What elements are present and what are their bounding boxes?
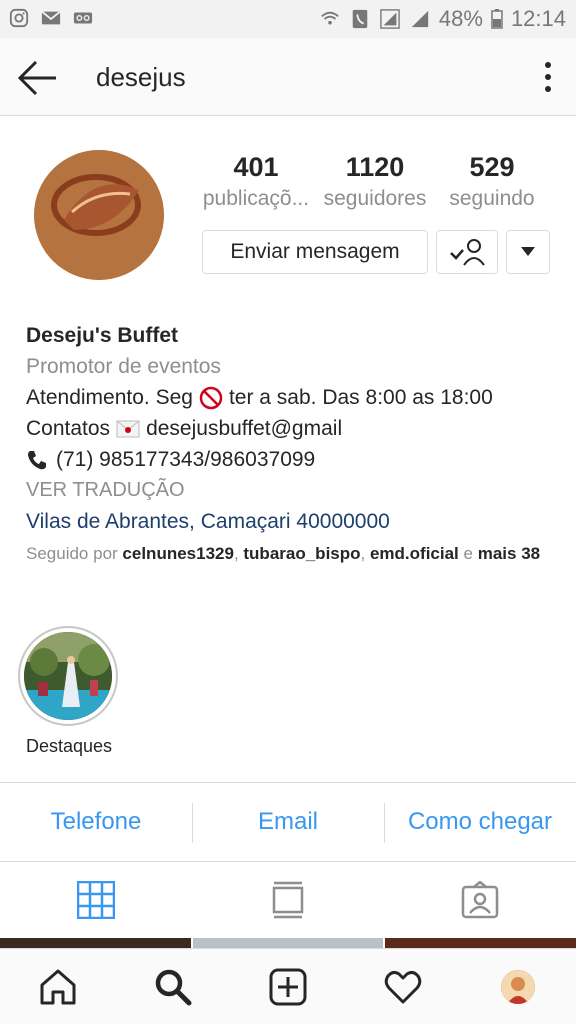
directions-button[interactable]: Como chegar [384, 783, 576, 861]
envelope-icon [116, 420, 140, 437]
posts-count: 401 [233, 152, 279, 182]
bio-name: Deseju's Buffet [26, 324, 179, 347]
followed-by-prefix: Seguido por [26, 544, 118, 563]
user-check-icon [450, 239, 485, 266]
followed-by[interactable]: Seguido por celnunes1329, tubarao_bispo,… [26, 542, 556, 565]
email-icon [41, 10, 61, 25]
bio-phone: (71) 985177343/986037099 [26, 444, 556, 475]
contact-options: Telefone Email Como chegar [0, 782, 576, 862]
nav-activity[interactable] [346, 949, 461, 1024]
tab-grid[interactable] [0, 862, 192, 938]
tagged-icon [461, 881, 499, 919]
story-highlight[interactable]: Destaques [18, 626, 120, 757]
feed-icon [272, 881, 304, 919]
posts-label: publicaçõ... [202, 187, 310, 210]
suggestions-dropdown-button[interactable] [506, 230, 550, 274]
battery-percent: 48% [438, 6, 483, 31]
follower-username: emd.oficial [369, 544, 459, 563]
wifi-icon [321, 11, 339, 25]
followed-by-more: mais 38 [477, 544, 541, 563]
highlight-ring [18, 626, 118, 726]
search-icon [155, 969, 192, 1005]
arrow-left-icon[interactable] [16, 58, 60, 98]
nav-add[interactable] [230, 949, 345, 1024]
status-left-icons [8, 8, 94, 28]
post-thumbnail[interactable] [192, 938, 384, 948]
highlight-image [24, 632, 112, 720]
stat-posts[interactable]: 401 publicaçõ... [198, 152, 314, 211]
voicemail-icon [73, 12, 93, 24]
highlight-thumbnail [24, 632, 112, 720]
avatar-logo [34, 150, 164, 280]
email-button[interactable]: Email [192, 783, 384, 861]
post-thumbnail[interactable] [385, 938, 576, 948]
nav-search[interactable] [115, 949, 230, 1024]
heart-icon [384, 970, 422, 1003]
tab-feed[interactable] [192, 862, 384, 938]
bottom-nav [0, 948, 576, 1024]
grid-icon [77, 881, 115, 919]
signal-icon [380, 9, 400, 29]
top-nav: desejus [0, 38, 576, 116]
profile-username: desejus [96, 62, 186, 92]
followed-by-and: e [463, 544, 473, 563]
profile-tabs [0, 862, 576, 938]
bio-contacts-before: Contatos [26, 417, 111, 440]
follower-username: tubarao_bispo [243, 544, 361, 563]
profile-avatar [501, 969, 536, 1004]
follower-username: celnunes1329 [122, 544, 234, 563]
profile-photo [501, 969, 536, 1004]
bio-hours-after: ter a sab. Das 8:00 as 18:00 [228, 386, 493, 409]
bio-contacts-email[interactable]: desejusbuffet@gmail [146, 413, 342, 444]
signal-icon [411, 10, 429, 28]
followers-label: seguidores [323, 187, 427, 210]
kebab-menu-icon[interactable] [540, 60, 556, 94]
see-translation-link[interactable]: VER TRADUÇÃO [26, 475, 556, 506]
following-count: 529 [469, 152, 515, 182]
nav-home[interactable] [0, 949, 115, 1024]
bio-category: Promotor de eventos [26, 355, 221, 378]
following-button[interactable] [436, 230, 498, 274]
send-message-button[interactable]: Enviar mensagem [202, 230, 428, 274]
triangle-down-icon [521, 247, 535, 256]
add-icon [269, 968, 307, 1005]
stat-followers[interactable]: 1120 seguidores [318, 152, 432, 211]
bio-contacts: Contatos desejusbuffet@gmail [26, 413, 556, 444]
nav-profile[interactable] [461, 949, 576, 1024]
phone-call-icon [352, 9, 368, 29]
post-thumbnail[interactable] [0, 938, 191, 948]
home-icon [40, 969, 76, 1004]
following-label: seguindo [449, 187, 535, 210]
followers-count: 1120 [345, 152, 405, 182]
stat-following[interactable]: 529 seguindo [442, 152, 542, 211]
status-right: 48% 12:14 [319, 6, 566, 32]
bio-location-link[interactable]: Vilas de Abrantes, Camaçari 40000000 [26, 506, 556, 537]
clock: 12:14 [510, 6, 566, 31]
status-bar: 48% 12:14 [0, 0, 576, 38]
posts-grid-preview [0, 938, 576, 948]
no-entry-icon [199, 386, 223, 409]
tab-tagged[interactable] [384, 862, 576, 938]
bio-hours: Atendimento. Seg ter a sab. Das 8:00 as … [26, 382, 556, 413]
bio-hours-before: Atendimento. Seg [26, 386, 193, 409]
profile-avatar[interactable] [34, 150, 164, 280]
profile-bio: Deseju's Buffet Promotor de eventos Aten… [26, 320, 556, 537]
phone-button[interactable]: Telefone [0, 783, 192, 861]
profile-stats: 401 publicaçõ... 1120 seguidores 529 seg… [198, 152, 548, 222]
battery-icon [491, 9, 503, 29]
bio-phone-number[interactable]: (71) 985177343/986037099 [56, 444, 315, 475]
instagram-icon [9, 8, 29, 28]
highlight-label: Destaques [25, 736, 113, 756]
telephone-icon [28, 450, 46, 469]
